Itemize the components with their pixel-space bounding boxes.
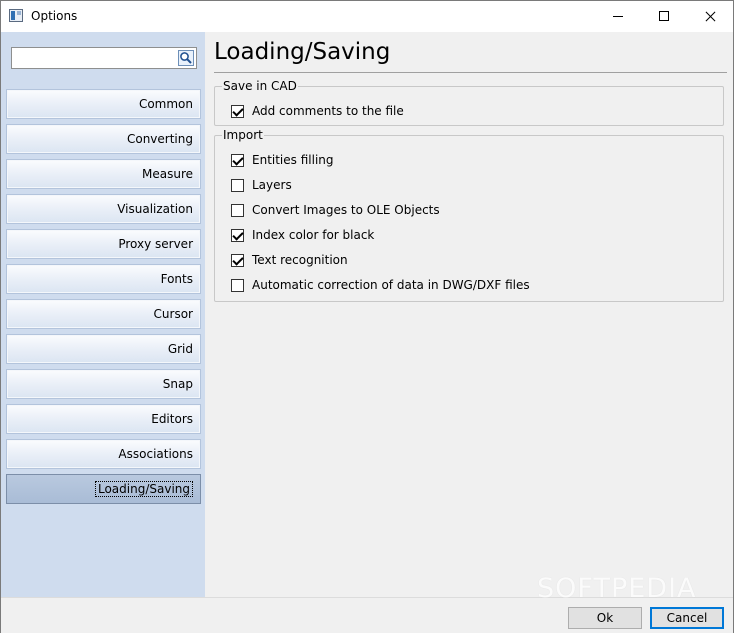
group-legend: Import bbox=[222, 128, 264, 142]
text-recognition-checkbox[interactable] bbox=[231, 253, 244, 267]
sidebar-item-proxy-server[interactable]: Proxy server bbox=[6, 229, 201, 259]
checkbox-label: Convert Images to OLE Objects bbox=[252, 203, 440, 217]
title-bar: Options bbox=[1, 1, 733, 32]
layers-checkbox[interactable] bbox=[231, 178, 244, 192]
search-input[interactable] bbox=[11, 47, 197, 69]
auto-correction-checkbox-row[interactable]: Automatic correction of data in DWG/DXF … bbox=[231, 277, 530, 293]
window-title: Options bbox=[31, 9, 78, 23]
layers-checkbox-row[interactable]: Layers bbox=[231, 177, 292, 193]
sidebar-item-label: Proxy server bbox=[118, 237, 193, 251]
checkbox-label: Add comments to the file bbox=[252, 104, 404, 118]
checkbox-label: Automatic correction of data in DWG/DXF … bbox=[252, 278, 530, 292]
sidebar-item-label: Loading/Saving bbox=[94, 481, 193, 497]
entities-filling-checkbox[interactable] bbox=[231, 153, 244, 167]
sidebar-item-loading-saving[interactable]: Loading/Saving bbox=[6, 474, 201, 504]
sidebar-item-common[interactable]: Common bbox=[6, 89, 201, 119]
sidebar-item-editors[interactable]: Editors bbox=[6, 404, 201, 434]
sidebar-item-grid[interactable]: Grid bbox=[6, 334, 201, 364]
add-comments-checkbox[interactable] bbox=[231, 104, 244, 118]
sidebar-item-fonts[interactable]: Fonts bbox=[6, 264, 201, 294]
entities-filling-checkbox-row[interactable]: Entities filling bbox=[231, 152, 334, 168]
convert-images-checkbox[interactable] bbox=[231, 203, 244, 217]
options-panel: Loading/Saving Save in CAD Add comments … bbox=[206, 32, 733, 597]
checkbox-label: Layers bbox=[252, 178, 292, 192]
sidebar-item-cursor[interactable]: Cursor bbox=[6, 299, 201, 329]
sidebar-item-label: Visualization bbox=[117, 202, 193, 216]
checkbox-label: Text recognition bbox=[252, 253, 348, 267]
auto-correction-checkbox[interactable] bbox=[231, 278, 244, 292]
add-comments-checkbox-row[interactable]: Add comments to the file bbox=[231, 103, 404, 119]
index-color-checkbox-row[interactable]: Index color for black bbox=[231, 227, 374, 243]
sidebar-item-label: Editors bbox=[151, 412, 193, 426]
sidebar-item-visualization[interactable]: Visualization bbox=[6, 194, 201, 224]
sidebar-item-label: Snap bbox=[162, 377, 193, 391]
convert-images-checkbox-row[interactable]: Convert Images to OLE Objects bbox=[231, 202, 440, 218]
sidebar-item-label: Fonts bbox=[160, 272, 193, 286]
sidebar-item-label: Grid bbox=[167, 342, 193, 356]
index-color-checkbox[interactable] bbox=[231, 228, 244, 242]
cancel-button[interactable]: Cancel bbox=[650, 607, 724, 629]
sidebar-item-associations[interactable]: Associations bbox=[6, 439, 201, 469]
ok-button[interactable]: Ok bbox=[568, 607, 642, 629]
group-legend: Save in CAD bbox=[222, 79, 298, 93]
sidebar-item-label: Common bbox=[138, 97, 193, 111]
sidebar-item-measure[interactable]: Measure bbox=[6, 159, 201, 189]
text-recognition-checkbox-row[interactable]: Text recognition bbox=[231, 252, 348, 268]
sidebar-item-label: Measure bbox=[142, 167, 193, 181]
sidebar-item-snap[interactable]: Snap bbox=[6, 369, 201, 399]
search-icon[interactable] bbox=[178, 50, 194, 66]
page-title: Loading/Saving bbox=[214, 39, 391, 65]
sidebar-item-converting[interactable]: Converting bbox=[6, 124, 201, 154]
minimize-icon[interactable] bbox=[595, 1, 641, 32]
checkbox-label: Index color for black bbox=[252, 228, 375, 242]
save-in-cad-group: Save in CAD Add comments to the file bbox=[214, 79, 724, 126]
sidebar-item-label: Cursor bbox=[153, 307, 193, 321]
sidebar-item-label: Associations bbox=[118, 447, 193, 461]
options-dialog: Options Common Converting Measure Visual… bbox=[0, 0, 734, 633]
import-group: Import Entities filling Layers Convert I… bbox=[214, 128, 724, 302]
checkbox-label: Entities filling bbox=[252, 153, 334, 167]
options-app-icon bbox=[9, 9, 23, 22]
sidebar: Common Converting Measure Visualization … bbox=[1, 32, 205, 597]
maximize-icon[interactable] bbox=[641, 1, 687, 32]
title-divider bbox=[214, 72, 727, 73]
softpedia-watermark: SOFTPEDIA bbox=[537, 573, 697, 604]
close-icon[interactable] bbox=[687, 1, 733, 32]
sidebar-item-label: Converting bbox=[126, 132, 193, 146]
